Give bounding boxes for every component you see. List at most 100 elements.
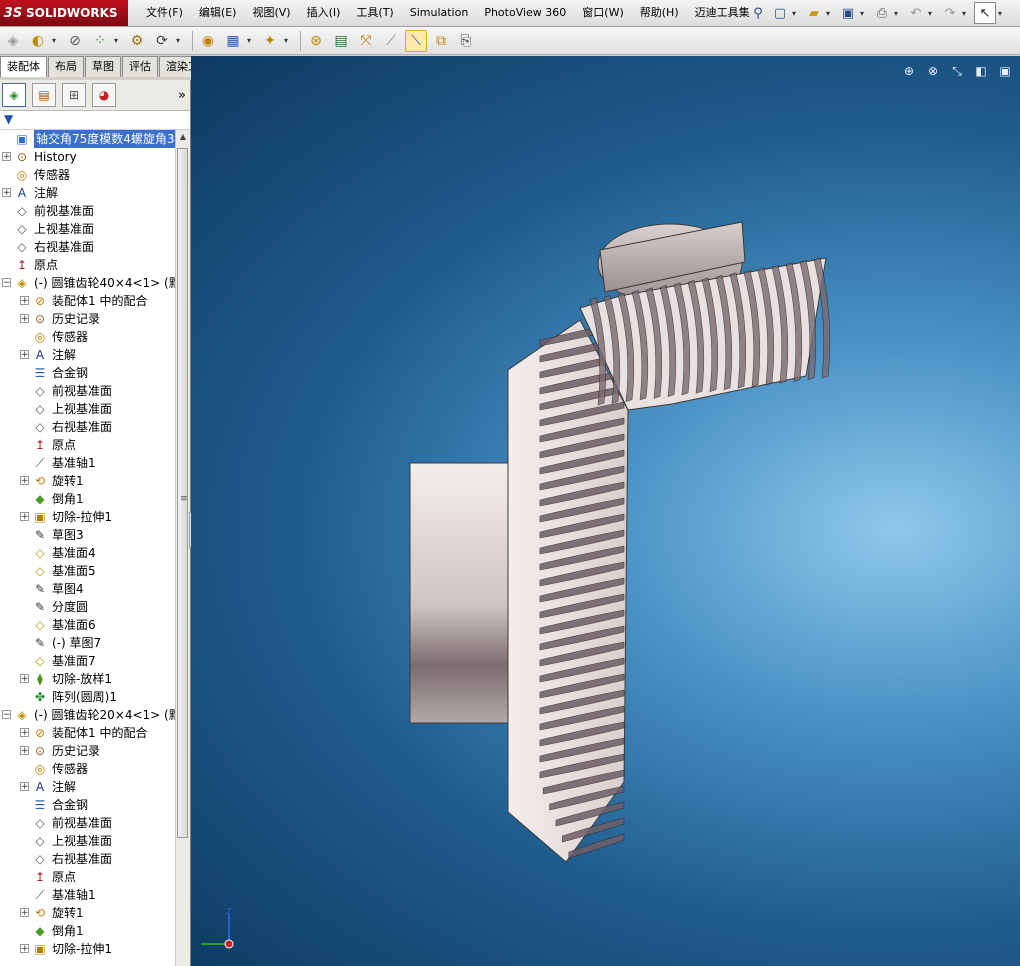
expand-icon[interactable]: +	[2, 188, 11, 198]
tree-item[interactable]: − ◈ (-) 圆锥齿轮20×4<1> (默	[0, 706, 181, 724]
tree-item[interactable]: ◇ 前视基准面	[0, 202, 175, 220]
tree-item[interactable]: ◇ 右视基准面	[0, 850, 175, 868]
tree-item[interactable]: + A 注解	[0, 778, 175, 796]
tree-item[interactable]: − ◈ (-) 圆锥齿轮40×4<1> (默	[0, 274, 181, 292]
select-pointer-icon[interactable]: ↖	[974, 2, 996, 24]
print-icon[interactable]: ⎙	[872, 3, 892, 23]
move-dropdown-icon[interactable]: ▾	[176, 36, 184, 45]
pin-icon[interactable]: ⚲	[748, 3, 768, 23]
previous-view-icon[interactable]: ⤡	[948, 64, 966, 80]
command-tab[interactable]: 装配体	[0, 56, 47, 77]
instant3d-icon[interactable]: ⟍	[405, 29, 427, 52]
menu-item[interactable]: 插入(I)	[299, 0, 349, 26]
tree-item[interactable]: ✎ (-) 草图7	[0, 634, 175, 652]
exploded-view-icon[interactable]: ⤧	[355, 30, 377, 52]
tree-item[interactable]: ✤ 阵列(圆周)1	[0, 688, 175, 706]
open-dropdown-icon[interactable]: ▾	[826, 9, 834, 18]
pattern-dropdown-icon[interactable]: ▾	[114, 36, 122, 45]
filter-icon[interactable]: ▼	[4, 112, 13, 126]
tree-item[interactable]: ◎ 传感器	[0, 760, 175, 778]
collapse-icon[interactable]: −	[2, 710, 11, 720]
scroll-thumb[interactable]: ≡	[177, 148, 188, 838]
command-tab[interactable]: 评估	[122, 56, 158, 77]
tree-scrollbar[interactable]: ▲ ≡	[175, 130, 190, 966]
bevel-gear-assembly-model[interactable]	[191, 56, 1020, 966]
tree-item[interactable]: + ⊙ History	[0, 148, 175, 166]
menu-item[interactable]: 迈迪工具集	[687, 0, 758, 26]
menu-item[interactable]: 文件(F)	[138, 0, 191, 26]
new-motion-study-icon[interactable]: ⊛	[305, 30, 327, 52]
tree-item[interactable]: ⟋ 基准轴1	[0, 454, 175, 472]
tree-item[interactable]: + ⟲ 旋转1	[0, 472, 175, 490]
new-dropdown-icon[interactable]: ▾	[792, 9, 800, 18]
display-manager-tab-icon[interactable]: ◕	[92, 83, 116, 107]
tree-item[interactable]: ◇ 右视基准面	[0, 418, 175, 436]
menu-item[interactable]: 编辑(E)	[191, 0, 245, 26]
tree-item[interactable]: ▣ 轴交角75度模数4螺旋角30度	[0, 130, 190, 148]
tree-item[interactable]: ◎ 传感器	[0, 166, 175, 184]
bill-of-materials-icon[interactable]: ▤	[330, 30, 352, 52]
expand-icon[interactable]: +	[20, 296, 29, 306]
print-dropdown-icon[interactable]: ▾	[894, 9, 902, 18]
reference-dropdown-icon[interactable]: ▾	[284, 36, 292, 45]
update-speedpak-icon[interactable]: ⧉	[430, 30, 452, 52]
tree-item[interactable]: ◆ 倒角1	[0, 490, 175, 508]
redo-icon[interactable]: ↷	[940, 3, 960, 23]
scroll-up-icon[interactable]: ▲	[177, 132, 189, 146]
panel-expand-icon[interactable]: »	[178, 88, 186, 103]
tree-item[interactable]: + ⧫ 切除-放样1	[0, 670, 175, 688]
tree-item[interactable]: ◇ 上视基准面	[0, 400, 175, 418]
tree-item[interactable]: ◆ 倒角1	[0, 922, 175, 940]
tree-item[interactable]: ✎ 草图3	[0, 526, 175, 544]
tree-item[interactable]: ◇ 基准面4	[0, 544, 175, 562]
tree-item[interactable]: ◇ 前视基准面	[0, 382, 175, 400]
tree-item[interactable]: ◇ 基准面6	[0, 616, 175, 634]
tree-item[interactable]: ↥ 原点	[0, 256, 175, 274]
assembly-features-icon[interactable]: ▦	[222, 30, 244, 52]
menu-item[interactable]: 窗口(W)	[574, 0, 631, 26]
expand-icon[interactable]: +	[20, 746, 29, 756]
features-dropdown-icon[interactable]: ▾	[247, 36, 255, 45]
tree-item[interactable]: + ⊙ 历史记录	[0, 742, 175, 760]
tree-item[interactable]: ↥ 原点	[0, 868, 175, 886]
expand-icon[interactable]: +	[20, 314, 29, 324]
tree-item[interactable]: ◎ 传感器	[0, 328, 175, 346]
menu-item[interactable]: 视图(V)	[244, 0, 298, 26]
tree-item[interactable]: + ⊘ 装配体1 中的配合	[0, 724, 175, 742]
save-dropdown-icon[interactable]: ▾	[860, 9, 868, 18]
large-bevel-gear[interactable]	[409, 319, 629, 863]
tree-item[interactable]: ☰ 合金钢	[0, 796, 175, 814]
menu-item[interactable]: 帮助(H)	[632, 0, 687, 26]
take-snapshot-icon[interactable]: ⎘	[455, 30, 477, 52]
tree-item[interactable]: ◇ 基准面5	[0, 562, 175, 580]
new-part-dropdown-icon[interactable]: ▾	[52, 36, 60, 45]
expand-icon[interactable]: +	[2, 152, 11, 162]
command-tab[interactable]: 布局	[48, 56, 84, 77]
expand-icon[interactable]: +	[20, 782, 29, 792]
expand-icon[interactable]: +	[20, 674, 29, 684]
tree-item[interactable]: + ⊙ 历史记录	[0, 310, 175, 328]
solidworks-logo[interactable]: 3S SOLIDWORKS	[0, 0, 128, 26]
expand-icon[interactable]: +	[20, 944, 29, 954]
tree-item[interactable]: ✎ 分度圆	[0, 598, 175, 616]
tree-item[interactable]: + ⟲ 旋转1	[0, 904, 175, 922]
open-folder-icon[interactable]: ▰	[804, 3, 824, 23]
undo-icon[interactable]: ↶	[906, 3, 926, 23]
tree-item[interactable]: + A 注解	[0, 184, 175, 202]
tree-item[interactable]: + A 注解	[0, 346, 175, 364]
tree-item[interactable]: ✎ 草图4	[0, 580, 175, 598]
expand-icon[interactable]: +	[20, 908, 29, 918]
tree-item[interactable]: ◇ 上视基准面	[0, 220, 175, 238]
section-view-icon[interactable]: ◧	[972, 64, 990, 80]
expand-icon[interactable]: +	[20, 476, 29, 486]
mate-icon[interactable]: ⊘	[64, 30, 86, 52]
view-orientation-icon[interactable]: ▣	[996, 64, 1014, 80]
zoom-to-area-icon[interactable]: ⊗	[924, 64, 942, 80]
menu-item[interactable]: 工具(T)	[348, 0, 401, 26]
collapse-icon[interactable]: −	[2, 278, 11, 288]
configurationmanager-tab-icon[interactable]: ⊞	[62, 83, 86, 107]
reference-geometry-icon[interactable]: ✦	[259, 30, 281, 52]
move-component-icon[interactable]: ⟳	[151, 30, 173, 52]
propertymanager-tab-icon[interactable]: ▤	[32, 83, 56, 107]
filter-bar[interactable]: ▼	[0, 111, 190, 130]
